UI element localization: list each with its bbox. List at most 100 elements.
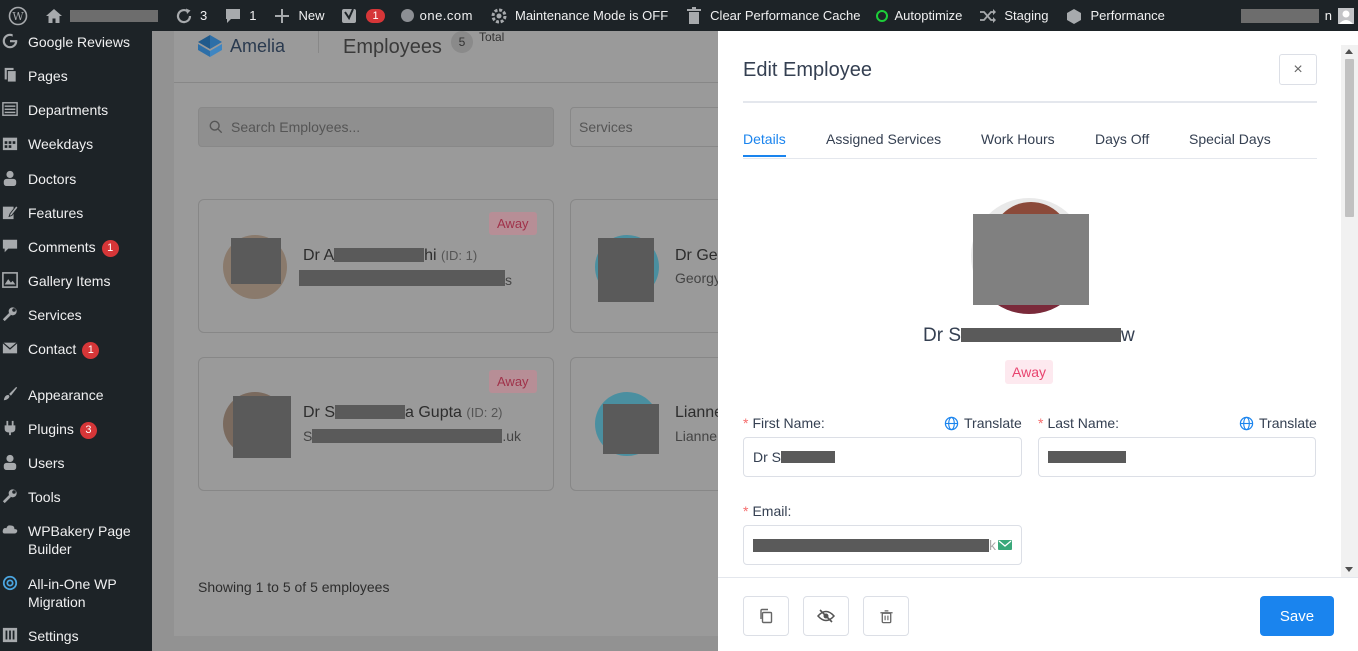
- autoptimize-button[interactable]: Autoptimize: [868, 0, 970, 31]
- pagination-summary: Showing 1 to 5 of 5 employees: [198, 579, 390, 595]
- new-content-button[interactable]: New: [264, 0, 332, 31]
- employee-card[interactable]: Lianne Lianne: [570, 357, 718, 491]
- yoast-badge: 1: [366, 8, 385, 23]
- delete-button[interactable]: [863, 596, 909, 636]
- duplicate-button[interactable]: [743, 596, 789, 636]
- tab-special-days[interactable]: Special Days: [1189, 131, 1271, 155]
- employee-full-name: Dr Sw: [923, 325, 1135, 346]
- sidebar-item-plugins[interactable]: Plugins 3: [0, 420, 152, 439]
- total-label: Total: [479, 31, 505, 44]
- services-placeholder: Services: [579, 119, 633, 135]
- wordpress-logo-button[interactable]: W: [0, 0, 36, 31]
- employee-card[interactable]: Dr Ge Georgy: [570, 199, 718, 333]
- plugin-icon: [0, 420, 28, 436]
- drawer-title: Edit Employee: [743, 59, 872, 81]
- sidebar-item-contact[interactable]: Contact 1: [0, 340, 152, 359]
- redacted-block: [603, 404, 659, 454]
- redacted-block: [299, 270, 505, 286]
- save-button[interactable]: Save: [1260, 596, 1334, 636]
- email-field[interactable]: k: [743, 525, 1022, 565]
- sidebar-item-services[interactable]: Services: [0, 306, 152, 324]
- mail-icon: [0, 340, 28, 356]
- sidebar-item-gallery-items[interactable]: Gallery Items: [0, 272, 152, 290]
- employee-id: (ID: 2): [466, 405, 503, 420]
- hide-button[interactable]: [803, 596, 849, 636]
- sidebar-item-wpbakery[interactable]: WPBakery Page Builder: [0, 522, 152, 558]
- employee-name: Dr Ge: [675, 247, 718, 264]
- last-name-translate-button[interactable]: Translate: [1239, 415, 1317, 431]
- first-name-translate-button[interactable]: Translate: [944, 415, 1022, 431]
- comments-button[interactable]: 1: [215, 0, 264, 31]
- sidebar-item-appearance[interactable]: Appearance: [0, 386, 152, 404]
- brush-icon: [0, 386, 28, 402]
- status-badge: Away: [489, 212, 537, 235]
- onecom-label: one.com: [419, 8, 473, 23]
- yoast-button[interactable]: 1: [332, 0, 392, 31]
- sidebar-item-pages[interactable]: Pages: [0, 67, 152, 85]
- employee-search-input[interactable]: Search Employees...: [198, 107, 554, 147]
- sidebar-item-departments[interactable]: Departments: [0, 101, 152, 119]
- close-button[interactable]: ×: [1279, 54, 1317, 85]
- calendar-icon: [0, 135, 28, 151]
- onecom-button[interactable]: one.com: [393, 0, 481, 31]
- migration-icon: [0, 575, 28, 591]
- first-name-label: * First Name:: [743, 415, 825, 431]
- updates-button[interactable]: 3: [166, 0, 215, 31]
- drawer-scrollbar[interactable]: [1341, 45, 1358, 577]
- performance-button[interactable]: Performance: [1056, 0, 1172, 31]
- sidebar-item-weekdays[interactable]: Weekdays: [0, 135, 152, 153]
- sidebar-item-features[interactable]: Features: [0, 204, 152, 222]
- close-icon: ×: [1293, 60, 1303, 78]
- amelia-logo: Amelia: [198, 35, 285, 57]
- globe-icon: [944, 416, 959, 430]
- sidebar-item-label: Contact: [28, 341, 77, 357]
- eye-off-icon: [817, 609, 835, 623]
- employee-card[interactable]: Dr Sa Gupta (ID: 2) S .uk Away: [198, 357, 554, 491]
- performance-icon: [1067, 8, 1082, 24]
- employee-email: Lianne: [675, 428, 718, 444]
- comments-badge: 1: [101, 240, 119, 257]
- maintenance-mode-button[interactable]: Maintenance Mode is OFF: [481, 0, 676, 31]
- sidebar-item-all-in-one-migration[interactable]: All-in-One WP Migration: [0, 575, 152, 611]
- amelia-brand-text: Amelia: [230, 35, 286, 56]
- last-name-field[interactable]: [1038, 437, 1316, 477]
- redacted-block: [961, 328, 1121, 342]
- staging-button[interactable]: Staging: [970, 0, 1056, 31]
- gear-icon: [491, 8, 507, 23]
- employee-card[interactable]: Dr Ahi (ID: 1) s Away: [198, 199, 554, 333]
- tab-work-hours[interactable]: Work Hours: [981, 131, 1055, 155]
- updates-count: 3: [200, 8, 208, 23]
- status-badge[interactable]: Away: [1005, 360, 1053, 384]
- sidebar-item-tools[interactable]: Tools: [0, 488, 152, 506]
- tab-assigned-services[interactable]: Assigned Services: [826, 131, 941, 155]
- refresh-icon: [176, 8, 192, 23]
- tab-days-off[interactable]: Days Off: [1095, 131, 1149, 155]
- sidebar-item-comments[interactable]: Comments 1: [0, 238, 152, 257]
- username-redacted: [1240, 8, 1319, 23]
- sidebar-item-settings[interactable]: Settings: [0, 627, 152, 645]
- scroll-down-arrow-icon[interactable]: [1345, 567, 1353, 572]
- scrollbar-thumb[interactable]: [1345, 59, 1354, 217]
- sidebar-item-doctors[interactable]: Doctors: [0, 170, 152, 188]
- tab-details[interactable]: Details: [743, 131, 786, 157]
- first-name-field[interactable]: Dr S: [743, 437, 1022, 477]
- employee-name: Lianne: [675, 404, 718, 421]
- site-name-button[interactable]: [36, 0, 166, 31]
- header-divider: [318, 31, 319, 53]
- clear-cache-button[interactable]: Clear Performance Cache: [676, 0, 868, 31]
- sidebar-item-label: Comments: [28, 239, 96, 255]
- plus-icon: [275, 8, 290, 23]
- services-filter-select[interactable]: Services: [570, 107, 718, 147]
- redacted-block: [753, 538, 989, 552]
- redacted-block: [1048, 451, 1126, 463]
- admin-bar: W 3 1 New 1 one.com Maintenance Mode is …: [0, 0, 1358, 31]
- trash-icon: [879, 609, 893, 623]
- sidebar-item-google-reviews[interactable]: Google Reviews: [0, 33, 152, 51]
- title-divider: [743, 101, 1317, 103]
- my-account-button[interactable]: n: [1240, 7, 1358, 24]
- sidebar-item-users[interactable]: Users: [0, 454, 152, 472]
- scroll-up-arrow-icon[interactable]: [1345, 49, 1353, 54]
- employee-id: (ID: 1): [441, 248, 478, 263]
- username-suffix: n: [1324, 8, 1332, 23]
- redacted-block: [781, 451, 835, 463]
